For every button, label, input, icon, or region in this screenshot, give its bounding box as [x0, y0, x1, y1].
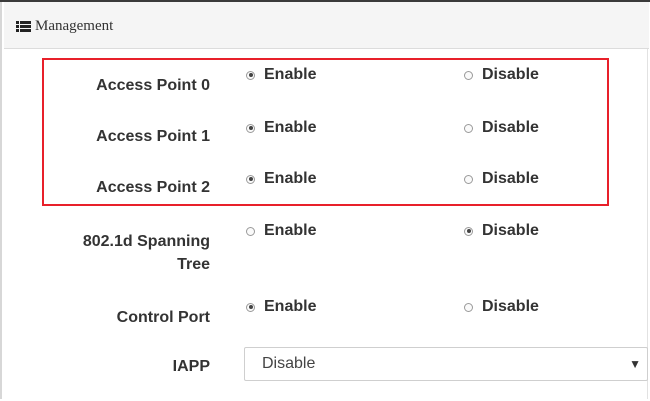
radio-label-enable: Enable [264, 222, 317, 239]
radio-label-disable: Disable [482, 298, 539, 315]
radio-label-disable: Disable [482, 222, 539, 239]
spanning-tree-disable-option[interactable]: Disable [464, 220, 539, 242]
panel-header: Management [4, 2, 649, 49]
list-icon [16, 21, 31, 32]
row-label-spanning-tree-line2: Tree [177, 256, 210, 273]
row-label-iapp: IAPP [172, 358, 210, 375]
radio-control-port-disable[interactable] [464, 302, 473, 312]
radio-label-enable: Enable [264, 298, 317, 315]
iapp-select[interactable]: Disable ▼ [244, 347, 648, 381]
control-port-disable-option[interactable]: Disable [464, 296, 539, 318]
radio-control-port-enable[interactable] [246, 302, 255, 312]
panel-title: Management [35, 18, 114, 34]
highlight-box [42, 58, 609, 206]
radio-spanning-tree-enable[interactable] [246, 226, 255, 236]
panel-top-border [0, 0, 650, 2]
iapp-select-value: Disable [262, 355, 316, 372]
control-port-enable-option[interactable]: Enable [246, 296, 316, 318]
spanning-tree-enable-option[interactable]: Enable [246, 220, 316, 242]
radio-spanning-tree-disable[interactable] [464, 226, 473, 236]
row-label-control-port: Control Port [116, 309, 210, 326]
caret-down-icon: ▼ [629, 357, 641, 371]
row-label-spanning-tree-line1: 802.1d Spanning [82, 233, 210, 250]
